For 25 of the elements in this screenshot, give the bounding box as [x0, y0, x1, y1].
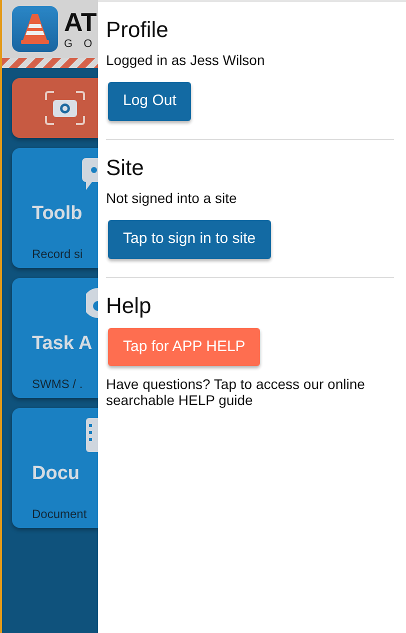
section-text: Logged in as Jess Wilson: [106, 52, 265, 68]
menu-tile[interactable]: Task A SWMS / .: [12, 278, 98, 398]
document-icon: [86, 418, 98, 452]
action-button[interactable]: Tap for APP HELP: [108, 328, 260, 366]
tile-subtitle: SWMS / .: [32, 376, 83, 392]
menu-tile[interactable]: Toolb Record si: [12, 148, 98, 268]
tile-title: Task A: [32, 332, 92, 356]
section-heading: Help: [106, 294, 152, 318]
section-text: Not signed into a site: [106, 190, 237, 206]
section-text: Have questions? Tap to access our online searchable HELP guide: [106, 376, 366, 408]
camera-icon: [44, 90, 86, 126]
speech-bubble-icon: [82, 158, 98, 190]
camera-tile[interactable]: [12, 78, 98, 138]
app-subtitle: G O: [64, 38, 97, 50]
tile-title: Docu: [32, 462, 80, 486]
app-title: AT: [64, 8, 97, 34]
section-heading: Profile: [106, 18, 168, 42]
traffic-cone-icon: [12, 6, 58, 52]
tile-subtitle: Record si: [32, 246, 83, 262]
tile-title: Toolb: [32, 202, 82, 226]
tile-subtitle: Document: [32, 506, 87, 522]
section-heading: Site: [106, 156, 144, 180]
action-button[interactable]: Tap to sign in to site: [108, 220, 271, 259]
action-button[interactable]: Log Out: [108, 82, 192, 121]
menu-tile[interactable]: Docu Document: [12, 408, 98, 528]
